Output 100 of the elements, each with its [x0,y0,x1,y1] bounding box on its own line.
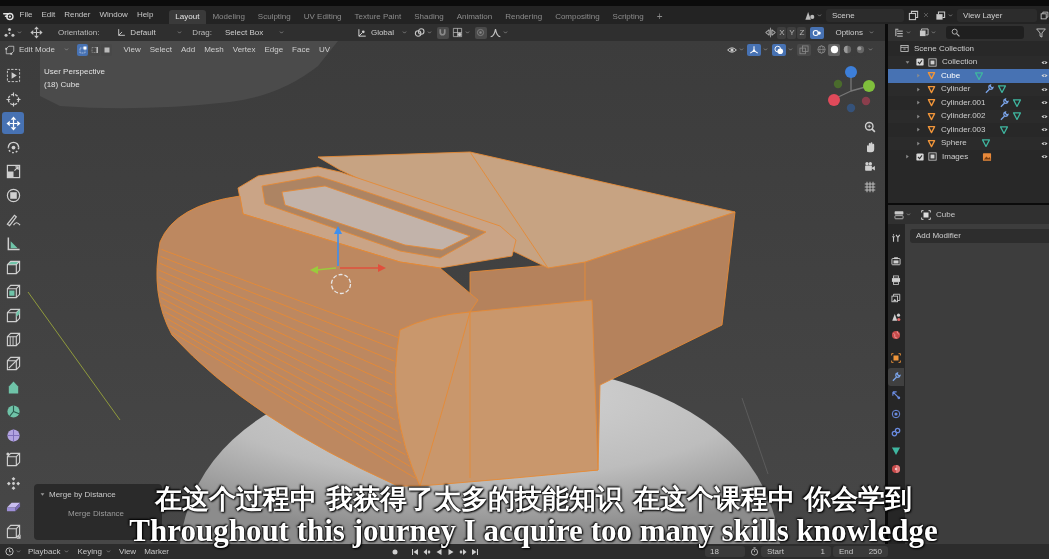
operator-title[interactable]: Merge by Distance [49,489,116,500]
start-frame-field[interactable]: Start 1 [761,546,832,557]
mesh-data-icon[interactable] [1012,97,1023,108]
checkbox[interactable] [916,58,924,67]
record-icon[interactable] [391,547,400,556]
next-keyframe-icon[interactable] [459,547,468,556]
menu-item[interactable]: Help [132,8,158,22]
select-mode-button[interactable] [77,43,88,56]
image-icon[interactable] [982,151,993,162]
previous-keyframe-icon[interactable] [423,547,432,556]
linked-rings-icon[interactable] [413,27,425,38]
workspace-tab[interactable]: Rendering [498,10,549,24]
expand-arrow-icon[interactable] [905,59,910,65]
mirror-axis-toggle[interactable]: X [777,26,787,39]
pivot-dots-icon[interactable] [4,27,15,38]
grid-icon[interactable] [864,181,876,193]
end-frame-field[interactable]: End 250 [833,546,889,557]
mode-dropdown[interactable]: Edit Mode [2,43,72,56]
add-modifier-dropdown[interactable]: Add Modifier [910,229,1049,243]
tool-button[interactable] [2,112,24,134]
layers-icon[interactable] [919,27,929,38]
workspace-tab[interactable]: Texture Paint [348,10,408,24]
expand-arrow-icon[interactable] [916,127,921,133]
menu-item[interactable]: View [118,546,137,557]
proportional-toggle[interactable] [474,26,487,39]
falloff-curve-icon[interactable] [489,27,501,38]
eye-icon[interactable] [727,44,737,55]
orientation-dropdown[interactable]: Default [114,26,186,39]
add-workspace-button[interactable]: + [650,10,670,24]
mesh-data-icon[interactable] [1012,111,1023,122]
outliner-row[interactable]: Images [888,150,1049,164]
jump-end-icon[interactable] [471,547,480,556]
timeline-dropdown[interactable]: Keying [77,546,111,557]
menu-item[interactable]: Add [176,43,200,56]
snap-toggle[interactable] [436,26,449,39]
scene-name-field[interactable]: Scene [826,8,904,22]
menu-item[interactable]: Render [59,8,95,22]
grid-dot-icon[interactable] [451,27,463,38]
expand-arrow-icon[interactable] [916,100,921,106]
menu-item[interactable]: Select [145,43,177,56]
properties-tab[interactable] [888,367,904,386]
workspace-tab[interactable]: Animation [450,10,499,24]
mesh-data-icon[interactable] [980,138,991,149]
eye-icon[interactable] [1041,85,1048,93]
workspace-tab[interactable]: Sculpting [251,10,298,24]
wrench-icon[interactable] [999,111,1010,122]
current-frame-field[interactable]: 18 [705,546,746,557]
eye-icon[interactable] [1041,112,1048,120]
mirror-axis-toggle[interactable]: Z [797,26,807,39]
workspace-tab[interactable]: UV Editing [297,10,349,24]
camera-icon[interactable] [864,161,876,173]
expand-arrow-icon[interactable] [916,140,921,146]
outliner-row[interactable]: Cylinder.003 [888,123,1049,137]
stopwatch-icon[interactable] [750,547,760,556]
eye-icon[interactable] [1041,139,1048,147]
copy-icon[interactable] [1040,10,1049,20]
menu-item[interactable]: Mesh [199,43,229,56]
menu-item[interactable]: UV [314,43,335,56]
menu-item[interactable]: Marker [144,546,170,557]
clock-icon[interactable] [5,547,14,556]
list-icon[interactable] [894,27,904,38]
mirror-axis-toggle[interactable]: Y [787,26,797,39]
expand-arrow-icon[interactable] [916,86,921,92]
eye-icon[interactable] [1041,126,1048,134]
play-icon[interactable] [447,547,456,556]
eye-icon[interactable] [1041,153,1048,161]
copy-icon[interactable] [908,9,919,21]
options-dropdown[interactable]: Options [832,26,877,39]
workspace-tab[interactable]: Layout [168,10,206,24]
workspace-tab[interactable]: Compositing [548,10,607,24]
timeline-dropdown[interactable]: Playback [28,546,70,557]
menu-item[interactable]: View [119,43,146,56]
menu-item[interactable]: Window [94,8,133,22]
auto-merge-toggle[interactable] [810,26,825,39]
workspace-tab[interactable]: Modeling [205,10,252,24]
checkbox[interactable] [916,152,924,161]
drag-dropdown[interactable]: Select Box [221,26,287,39]
menu-item[interactable]: File [15,8,37,22]
menu-item[interactable]: Edge [259,43,288,56]
expand-arrow-icon[interactable] [916,113,921,119]
expand-arrow-icon[interactable] [905,154,910,160]
navigation-gizmo-icon[interactable] [826,63,876,115]
panel-bars-icon[interactable] [894,209,904,220]
transform-orientation-dropdown[interactable]: Global [353,26,410,39]
menu-item[interactable]: Vertex [228,43,260,56]
workspace-tab[interactable]: Shading [407,10,451,24]
menu-item[interactable]: Face [287,43,315,56]
move-icon[interactable] [30,26,43,39]
zoom-icon[interactable] [864,121,876,133]
wrench-icon[interactable] [999,97,1010,108]
hand-icon[interactable] [864,141,876,153]
image-stack-icon[interactable] [935,9,946,21]
search-field[interactable] [946,26,1024,39]
mesh-data-icon[interactable] [997,84,1008,95]
menu-item[interactable]: Edit [36,8,60,22]
outliner-row[interactable]: Scene Collection [888,42,1049,56]
wrench-icon[interactable] [984,84,995,95]
view-layer-field[interactable]: View Layer [957,8,1037,22]
eye-icon[interactable] [1041,58,1048,66]
mesh-data-icon[interactable] [999,124,1010,135]
